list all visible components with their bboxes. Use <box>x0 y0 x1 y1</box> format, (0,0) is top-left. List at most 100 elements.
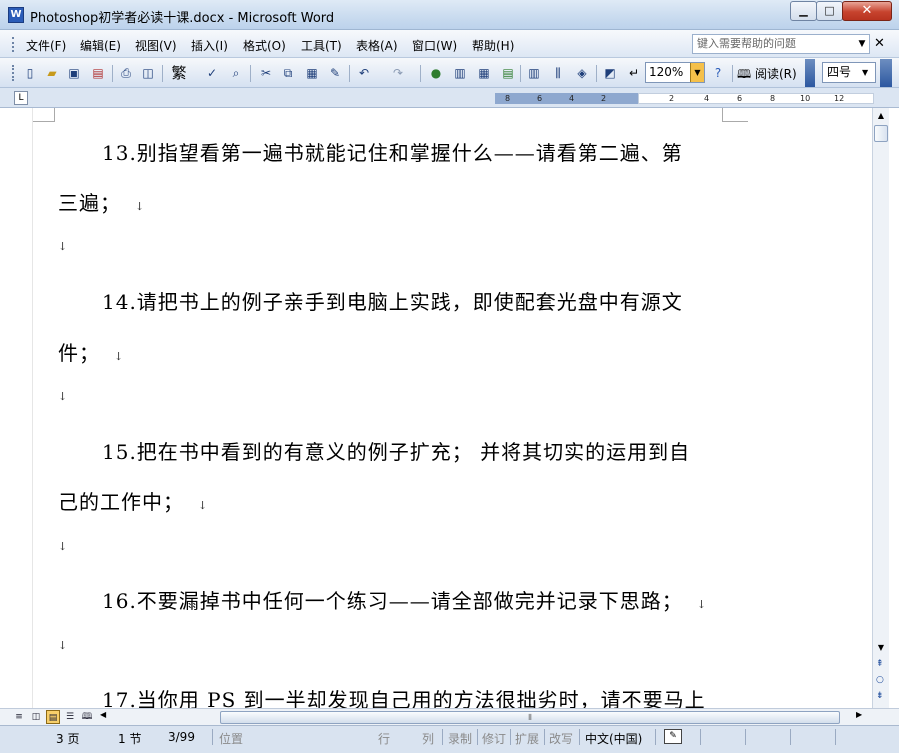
web-layout-view-icon[interactable]: ◫ <box>29 710 43 724</box>
status-line: 行 <box>378 732 391 746</box>
paragraph-line[interactable]: 16.不要漏掉书中任何一个练习——请全部做完并记录下思路； ↓ <box>102 585 707 614</box>
previous-page-icon[interactable]: ⇞ <box>876 659 884 669</box>
paragraph-line[interactable]: 己的工作中； ↓ <box>58 486 208 515</box>
help-search-input[interactable]: 键入需要帮助的问题 <box>692 34 870 54</box>
status-language[interactable]: 中文(中国) <box>585 730 642 747</box>
tables-borders-icon[interactable]: ▥ <box>452 65 468 81</box>
status-bar: 3 页 1 节 3/99 位置 行 列 录制 修订 扩展 改写 中文(中国) ✎ <box>0 725 899 753</box>
status-overtype[interactable]: 改写 <box>549 730 573 747</box>
columns-icon[interactable]: ▥ <box>526 65 542 81</box>
new-document-icon[interactable]: ▯ <box>22 65 38 81</box>
cut-icon[interactable]: ✂ <box>258 65 274 81</box>
reading-label: 阅读(R) <box>754 67 797 81</box>
insert-table-icon[interactable]: ▦ <box>476 65 492 81</box>
reading-view-icon[interactable]: 🕮 <box>80 710 94 724</box>
scroll-right-arrow-icon[interactable]: ▶ <box>856 710 862 719</box>
spelling-status-icon[interactable]: ✎ <box>664 729 682 744</box>
paragraph-line[interactable]: 14.请把书上的例子亲手到电脑上实践，即使配套光盘中有源文 <box>102 286 683 315</box>
title-bar: W Photoshop初学者必读十课.docx - Microsoft Word… <box>0 0 899 30</box>
paragraph-mark-icon: ↓ <box>58 639 68 652</box>
paragraph-mark-icon: ↓ <box>58 240 68 253</box>
reading-layout-button[interactable]: 🕮 阅读(R) <box>737 65 797 86</box>
font-size-dropdown-arrow[interactable]: ▼ <box>862 63 868 82</box>
menu-window[interactable]: 窗口(W) <box>412 37 457 54</box>
scroll-left-arrow-icon[interactable]: ◀ <box>100 710 106 719</box>
menu-insert[interactable]: 插入(I) <box>191 37 228 54</box>
vertical-scroll-thumb[interactable] <box>874 125 888 142</box>
print-icon[interactable]: ⎙ <box>118 65 134 81</box>
traditional-chinese-icon[interactable]: 繁 <box>170 65 188 81</box>
status-record[interactable]: 录制 <box>448 730 472 747</box>
window-title: Photoshop初学者必读十课.docx - Microsoft Word <box>30 11 335 26</box>
paragraph-mark-icon[interactable]: ↵ <box>626 65 642 81</box>
hyperlink-icon[interactable]: ● <box>428 65 444 81</box>
outline-view-icon[interactable]: ☰ <box>63 710 77 724</box>
maximize-button[interactable]: □ <box>816 1 843 21</box>
ruler-margin-area[interactable] <box>495 93 638 104</box>
insert-excel-icon[interactable]: ▤ <box>500 65 516 81</box>
print-layout-view-icon[interactable]: ▤ <box>46 710 60 724</box>
menu-bar-grip[interactable] <box>12 37 15 52</box>
menu-tools[interactable]: 工具(T) <box>301 37 342 54</box>
spelling-icon[interactable]: ✓ <box>204 65 220 81</box>
paste-icon[interactable]: ▦ <box>304 65 320 81</box>
document-map-icon[interactable]: ◈ <box>574 65 590 81</box>
help-search-dropdown[interactable]: ▼ <box>855 35 869 53</box>
copy-icon[interactable]: ⧉ <box>280 65 296 81</box>
show-hide-icon[interactable]: ◩ <box>602 65 618 81</box>
status-revise[interactable]: 修订 <box>482 730 506 747</box>
permission-icon[interactable]: ▤ <box>90 65 106 81</box>
format-painter-icon[interactable]: ✎ <box>327 65 343 81</box>
menu-table[interactable]: 表格(A) <box>356 37 398 54</box>
redo-icon[interactable]: ↷ <box>390 65 406 81</box>
help-icon[interactable]: ? <box>710 65 726 81</box>
undo-icon[interactable]: ↶ <box>356 65 372 81</box>
zoom-dropdown-arrow[interactable]: ▼ <box>690 63 704 82</box>
normal-view-icon[interactable]: ≡ <box>12 710 26 724</box>
menu-bar: 文件(F) 编辑(E) 视图(V) 插入(I) 格式(O) 工具(T) 表格(A… <box>0 30 899 58</box>
menu-format[interactable]: 格式(O) <box>243 37 286 54</box>
paragraph-line[interactable]: 17.当你用 PS 到一半却发现自己用的方法很拙劣时，请不要马上 <box>102 684 706 708</box>
save-icon[interactable]: ▣ <box>66 65 82 81</box>
paragraph-mark-icon: ↓ <box>58 390 68 403</box>
document-area[interactable]: 13.别指望看第一遍书就能记住和掌握什么——请看第二遍、第 三遍； ↓ ↓ 14.… <box>0 108 872 708</box>
ruler-tick: 6 <box>737 94 743 103</box>
status-position: 位置 <box>219 732 244 746</box>
close-window-button[interactable]: ✕ <box>842 1 892 21</box>
ruler-tick: 10 <box>800 94 811 103</box>
formatting-toolbar-options-icon[interactable] <box>880 59 892 87</box>
minimize-button[interactable]: ▁ <box>790 1 817 21</box>
toolbar-options-icon[interactable] <box>805 59 815 87</box>
toolbar-grip[interactable] <box>12 65 15 81</box>
paragraph-line[interactable]: 13.别指望看第一遍书就能记住和掌握什么——请看第二遍、第 <box>102 137 683 166</box>
scroll-up-arrow-icon[interactable]: ▲ <box>873 108 889 124</box>
open-folder-icon[interactable]: ▰ <box>44 65 60 81</box>
paragraph-line[interactable]: 件； ↓ <box>58 337 124 366</box>
status-section[interactable]: 1 节 <box>118 730 141 747</box>
document-page[interactable]: 13.别指望看第一遍书就能记住和掌握什么——请看第二遍、第 三遍； ↓ ↓ 14.… <box>58 108 758 708</box>
next-page-icon[interactable]: ⇟ <box>876 691 884 701</box>
menu-help[interactable]: 帮助(H) <box>472 37 514 54</box>
horizontal-scroll-thumb[interactable]: ⦀ <box>220 711 840 724</box>
close-document-button[interactable]: ✕ <box>874 36 885 51</box>
status-page-of[interactable]: 3/99 <box>168 730 195 744</box>
ruler-tick: 6 <box>537 94 543 103</box>
paragraph-mark-icon: ↓ <box>58 540 68 553</box>
research-icon[interactable]: ⌕ <box>228 65 244 81</box>
paragraph-line[interactable]: 三遍； ↓ <box>58 187 145 216</box>
right-margin <box>864 108 872 708</box>
print-preview-icon[interactable]: ◫ <box>140 65 156 81</box>
status-page[interactable]: 3 页 <box>56 730 79 747</box>
drawing-icon[interactable]: ⫼ <box>550 65 566 81</box>
tab-selector-button[interactable]: L <box>14 91 28 105</box>
menu-edit[interactable]: 编辑(E) <box>80 37 121 54</box>
vertical-scrollbar[interactable]: ▲ ▼ ⇞ ○ ⇟ <box>872 108 889 708</box>
word-app-icon[interactable]: W <box>8 7 24 23</box>
menu-file[interactable]: 文件(F) <box>26 37 66 54</box>
menu-view[interactable]: 视图(V) <box>135 37 177 54</box>
select-browse-object-icon[interactable]: ○ <box>876 675 884 685</box>
ruler-tick: 4 <box>569 94 575 103</box>
status-extend[interactable]: 扩展 <box>515 730 539 747</box>
scroll-down-arrow-icon[interactable]: ▼ <box>873 640 889 656</box>
paragraph-line[interactable]: 15.把在书中看到的有意义的例子扩充； 并将其切实的运用到自 <box>102 436 690 465</box>
